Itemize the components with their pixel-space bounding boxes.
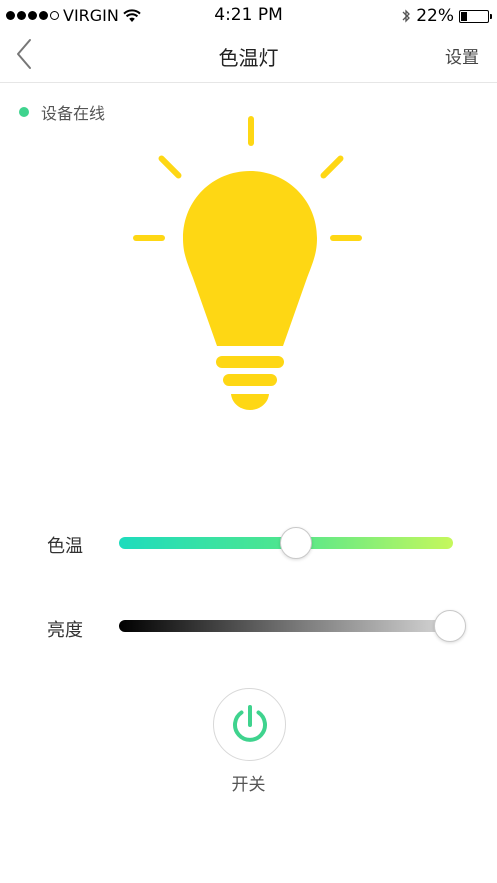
color-temp-slider-thumb[interactable] bbox=[280, 527, 313, 559]
brightness-slider[interactable] bbox=[119, 610, 466, 642]
status-right: 22% bbox=[401, 6, 492, 26]
color-temp-label: 色温 bbox=[47, 536, 83, 557]
brightness-label: 亮度 bbox=[47, 620, 83, 641]
device-status: 设备在线 bbox=[19, 100, 105, 124]
power-icon bbox=[233, 705, 267, 742]
power-button[interactable] bbox=[213, 688, 286, 761]
battery-percentage: 22% bbox=[416, 6, 454, 26]
back-button[interactable] bbox=[8, 34, 44, 74]
nav-bar: 色温灯 设置 bbox=[0, 30, 497, 83]
online-indicator-dot bbox=[19, 107, 29, 117]
color-temp-slider[interactable] bbox=[119, 527, 453, 559]
page-title: 色温灯 bbox=[218, 46, 279, 70]
battery-icon bbox=[459, 9, 492, 23]
power-label: 开关 bbox=[231, 775, 266, 795]
lightbulb-icon bbox=[133, 116, 362, 410]
battery-level bbox=[461, 11, 467, 21]
device-status-text: 设备在线 bbox=[41, 104, 106, 123]
brightness-slider-thumb[interactable] bbox=[434, 610, 466, 642]
settings-button[interactable]: 设置 bbox=[445, 43, 479, 68]
status-bar: VIRGIN 4:21 PM 22% bbox=[0, 0, 497, 30]
bluetooth-icon bbox=[402, 9, 411, 23]
chevron-left-icon bbox=[17, 39, 31, 69]
